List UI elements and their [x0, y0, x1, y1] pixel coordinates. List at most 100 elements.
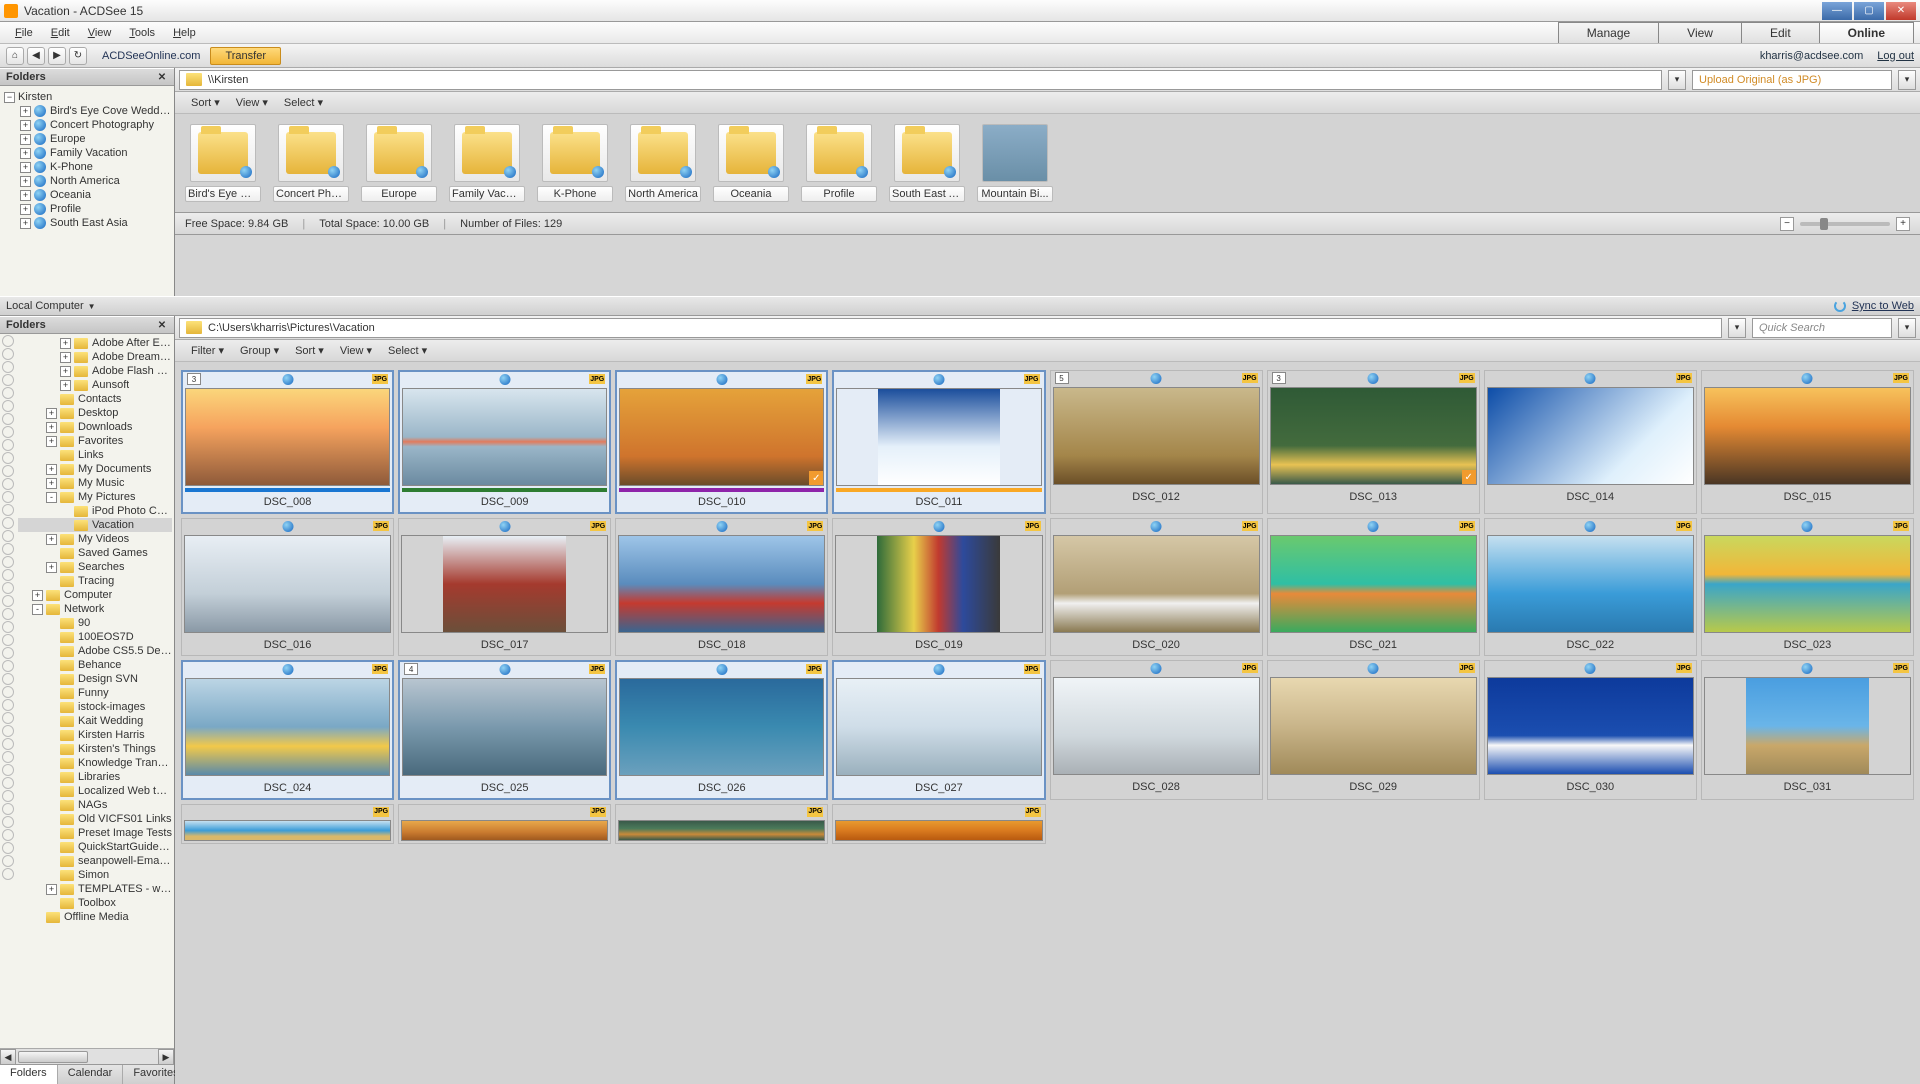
thumbnail-item[interactable]: JPGDSC_020 [1050, 518, 1263, 656]
local-view-dropdown[interactable]: View▾ [334, 342, 378, 359]
local-tree-item[interactable]: Libraries [18, 770, 172, 784]
local-tree-item[interactable]: +Adobe Dreamweaver C [18, 350, 172, 364]
local-tree-item[interactable]: +My Documents [18, 462, 172, 476]
thumbnail-item[interactable]: JPGDSC_019 [832, 518, 1045, 656]
tree-hscroll[interactable]: ◀▶ [0, 1048, 174, 1064]
local-tree-item[interactable]: -Network [18, 602, 172, 616]
thumbnail-item[interactable]: JPGDSC_026 [615, 660, 828, 800]
online-tree-item[interactable]: +Bird's Eye Cove Wedding Venue [2, 104, 172, 118]
local-tree-item[interactable]: iPod Photo Cache [18, 504, 172, 518]
online-folder-item[interactable]: Oceania [713, 124, 789, 202]
tab-edit[interactable]: Edit [1741, 22, 1820, 43]
tab-manage[interactable]: Manage [1558, 22, 1659, 43]
acdsee-online-link[interactable]: ACDSeeOnline.com [102, 50, 200, 62]
local-tree-item[interactable]: -My Pictures [18, 490, 172, 504]
expand-icon[interactable]: + [20, 120, 31, 131]
menu-file[interactable]: File [6, 25, 42, 41]
upload-mode-select[interactable]: Upload Original (as JPG) [1692, 70, 1892, 90]
local-tree-item[interactable]: Links [18, 448, 172, 462]
local-tree-item[interactable]: Simon [18, 868, 172, 882]
local-tree-item[interactable]: Vacation [18, 518, 172, 532]
refresh-button[interactable]: ↻ [69, 47, 87, 65]
local-tree-item[interactable]: Old VICFS01 Links [18, 812, 172, 826]
local-tree-item[interactable]: Saved Games [18, 546, 172, 560]
thumbnail-item[interactable]: JPGDSC_023 [1701, 518, 1914, 656]
thumbnail-item[interactable]: JPGDSC_015 [1701, 370, 1914, 514]
local-tree-item[interactable]: +My Music [18, 476, 172, 490]
local-tree-item[interactable]: 100EOS7D [18, 630, 172, 644]
toggle-icon[interactable]: + [60, 366, 71, 377]
local-tree-item[interactable]: NAGs [18, 798, 172, 812]
thumbnail-item[interactable]: JPGDSC_024 [181, 660, 394, 800]
thumbnail-item[interactable]: JPGDSC_009 [398, 370, 611, 514]
thumb-size-small[interactable]: − [1780, 217, 1794, 231]
pin-icon[interactable]: ✕ [156, 319, 168, 331]
path-dropdown[interactable]: ▾ [1668, 70, 1686, 90]
search-dropdown[interactable]: ▾ [1898, 318, 1916, 338]
expand-icon[interactable]: + [20, 218, 31, 229]
tab-view[interactable]: View [1658, 22, 1742, 43]
thumbnail-item[interactable]: JPGDSC_029 [1267, 660, 1480, 800]
close-button[interactable]: ✕ [1886, 2, 1916, 20]
online-tree-item[interactable]: +Concert Photography [2, 118, 172, 132]
collapse-icon[interactable]: − [4, 92, 15, 103]
local-tree-item[interactable]: +Adobe After Effects CS [18, 336, 172, 350]
online-tree-item[interactable]: +South East Asia [2, 216, 172, 230]
local-filter-dropdown[interactable]: Filter▾ [185, 342, 230, 359]
thumbnail-item[interactable]: 4JPGDSC_025 [398, 660, 611, 800]
expand-icon[interactable]: + [20, 162, 31, 173]
thumbnail-item[interactable]: JPGDSC_017 [398, 518, 611, 656]
online-folder-item[interactable]: Concert Phot... [273, 124, 349, 202]
toggle-icon[interactable]: + [60, 352, 71, 363]
online-folder-item[interactable]: Bird's Eye Co... [185, 124, 261, 202]
local-tree-item[interactable]: Behance [18, 658, 172, 672]
local-path-input[interactable]: C:\Users\kharris\Pictures\Vacation [179, 318, 1722, 338]
local-tree-item[interactable]: +My Videos [18, 532, 172, 546]
local-group-dropdown[interactable]: Group▾ [234, 342, 285, 359]
toggle-icon[interactable]: + [46, 422, 57, 433]
thumbnail-item[interactable]: JPGDSC_031 [1701, 660, 1914, 800]
online-folder-item[interactable]: Profile [801, 124, 877, 202]
online-tree-item[interactable]: +Family Vacation [2, 146, 172, 160]
local-tree-item[interactable]: Knowledge Transfer [18, 756, 172, 770]
toggle-icon[interactable]: + [46, 436, 57, 447]
expand-icon[interactable]: + [20, 106, 31, 117]
local-tree-item[interactable]: Preset Image Tests [18, 826, 172, 840]
expand-icon[interactable]: + [20, 190, 31, 201]
online-tree-item[interactable]: +Oceania [2, 188, 172, 202]
local-tree-item[interactable]: Tracing [18, 574, 172, 588]
local-tree-item[interactable]: Funny [18, 686, 172, 700]
local-sort-dropdown[interactable]: Sort▾ [289, 342, 330, 359]
logout-link[interactable]: Log out [1877, 50, 1914, 62]
transfer-button[interactable]: Transfer [210, 47, 281, 65]
online-folder-item[interactable]: North America [625, 124, 701, 202]
online-folder-item[interactable]: Europe [361, 124, 437, 202]
tab-folders[interactable]: Folders [0, 1065, 58, 1084]
local-tree-item[interactable]: Kirsten Harris [18, 728, 172, 742]
thumbnail-item[interactable]: 3JPGDSC_008 [181, 370, 394, 514]
online-tree-item[interactable]: +K-Phone [2, 160, 172, 174]
local-tree-item[interactable]: seanpowell-Email-Boilerpla [18, 854, 172, 868]
toggle-icon[interactable]: - [46, 492, 57, 503]
thumbnail-item[interactable]: JPGDSC_018 [615, 518, 828, 656]
local-tree-item[interactable]: Localized Web things [18, 784, 172, 798]
thumbnail-item[interactable]: 3JPG✓DSC_013 [1267, 370, 1480, 514]
local-tree-item[interactable]: +Adobe Flash Professio [18, 364, 172, 378]
home-button[interactable]: ⌂ [6, 47, 24, 65]
local-tree-item[interactable]: +Aunsoft [18, 378, 172, 392]
local-tree-item[interactable]: +Searches [18, 560, 172, 574]
maximize-button[interactable]: ▢ [1854, 2, 1884, 20]
toggle-icon[interactable]: + [60, 380, 71, 391]
forward-button[interactable]: ▶ [48, 47, 66, 65]
thumbnail-item[interactable]: JPGDSC_016 [181, 518, 394, 656]
thumbnail-item[interactable]: JPGDSC_021 [1267, 518, 1480, 656]
online-tree-root[interactable]: − Kirsten [2, 90, 172, 104]
toggle-icon[interactable]: + [46, 408, 57, 419]
local-tree-item[interactable]: Kait Wedding [18, 714, 172, 728]
thumbnail-item[interactable]: JPGDSC_011 [832, 370, 1045, 514]
toggle-icon[interactable]: + [46, 884, 57, 895]
expand-icon[interactable]: + [20, 176, 31, 187]
online-path-input[interactable]: \\Kirsten [179, 70, 1662, 90]
menu-tools[interactable]: Tools [120, 25, 164, 41]
expand-icon[interactable]: + [20, 148, 31, 159]
